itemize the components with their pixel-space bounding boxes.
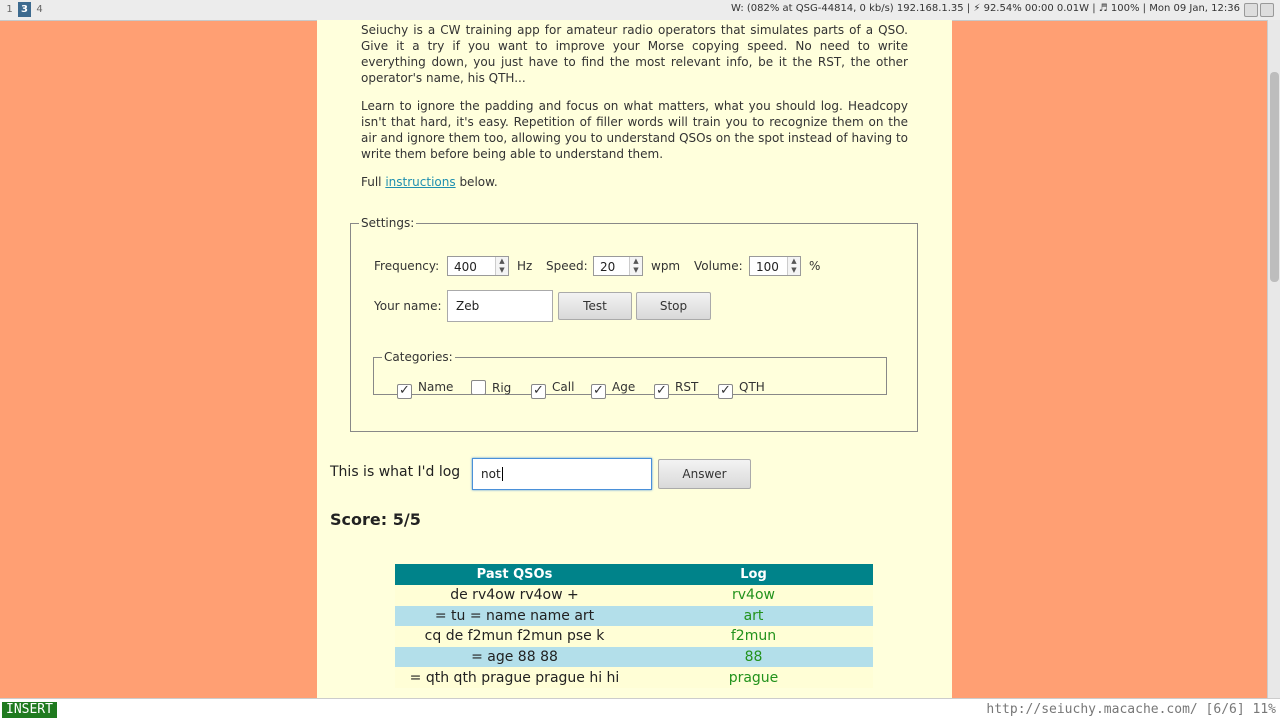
qso-log: prague — [634, 667, 873, 688]
qso-message: de rv4ow rv4ow + — [395, 585, 634, 606]
volume-label: Volume: — [694, 259, 743, 273]
category-rst-checkbox[interactable]: ✓ — [654, 384, 669, 399]
score-display: Score: 5/5 — [330, 510, 421, 529]
frequency-input[interactable]: 400 ▲ ▼ — [447, 256, 509, 276]
category-rig-label: Rig — [492, 381, 512, 395]
frequency-value: 400 — [454, 260, 477, 274]
category-age[interactable]: ✓ Age — [591, 380, 636, 399]
instructions-suffix: below. — [455, 175, 498, 189]
page-content: Seiuchy is a CW training app for amateur… — [317, 20, 952, 698]
table-row: = qth qth prague prague hi hi prague — [395, 667, 873, 688]
category-name-label: Name — [418, 380, 454, 394]
workspace-3[interactable]: 3 — [18, 2, 31, 17]
tray-area — [1242, 3, 1276, 17]
volume-spinner[interactable]: ▲ ▼ — [787, 257, 800, 275]
category-age-label: Age — [612, 380, 636, 394]
frequency-unit: Hz — [517, 259, 533, 273]
category-rig-checkbox[interactable] — [471, 380, 486, 395]
category-qth[interactable]: ✓ QTH — [718, 380, 765, 399]
spin-up-icon[interactable]: ▲ — [633, 257, 638, 265]
qso-log: 88 — [634, 646, 873, 668]
your-name-value: Zeb — [456, 299, 480, 313]
system-status-text: W: (082% at QSG-44814, 0 kb/s) 192.168.1… — [731, 3, 1240, 14]
frequency-label: Frequency: — [374, 259, 440, 273]
category-name-checkbox[interactable]: ✓ — [397, 384, 412, 399]
qso-message: cq de f2mun f2mun pse k — [395, 626, 634, 647]
settings-fieldset: Settings: Frequency: 400 ▲ ▼ Hz Speed: 20… — [350, 216, 918, 432]
category-rig[interactable]: Rig — [471, 380, 511, 398]
spin-down-icon[interactable]: ▼ — [791, 266, 796, 274]
table-header-row: Past QSOs Log — [395, 564, 873, 585]
workspace-1[interactable]: 1 — [3, 2, 16, 17]
category-age-checkbox[interactable]: ✓ — [591, 384, 606, 399]
instructions-link[interactable]: instructions — [385, 175, 455, 189]
settings-legend: Settings: — [361, 216, 415, 230]
spin-down-icon[interactable]: ▼ — [633, 266, 638, 274]
spin-up-icon[interactable]: ▲ — [791, 257, 796, 265]
text-cursor — [501, 467, 503, 481]
answer-button[interactable]: Answer — [658, 459, 751, 489]
tray-app-icon[interactable] — [1244, 3, 1258, 17]
your-name-label: Your name: — [374, 299, 442, 313]
speed-label: Speed: — [546, 259, 588, 273]
past-qsos-header: Past QSOs — [395, 564, 634, 585]
category-call-label: Call — [552, 380, 575, 394]
scrollbar-thumb[interactable] — [1270, 72, 1279, 282]
url-status: http://seiuchy.macache.com/ [6/6] 11% — [986, 702, 1276, 717]
your-name-input[interactable]: Zeb — [447, 290, 553, 322]
qso-message: = age 88 88 — [395, 646, 634, 668]
category-qth-checkbox[interactable]: ✓ — [718, 384, 733, 399]
table-row: cq de f2mun f2mun pse k f2mun — [395, 626, 873, 647]
qso-log: f2mun — [634, 626, 873, 647]
table-row: = age 88 88 88 — [395, 646, 873, 668]
log-input[interactable]: not — [472, 458, 652, 490]
volume-unit: % — [809, 259, 821, 273]
page-scrollbar[interactable] — [1267, 20, 1280, 698]
spin-up-icon[interactable]: ▲ — [499, 257, 504, 265]
log-header: Log — [634, 564, 873, 585]
category-qth-label: QTH — [739, 380, 765, 394]
qso-log: art — [634, 605, 873, 627]
test-button[interactable]: Test — [558, 292, 632, 320]
instructions-prefix: Full — [361, 175, 386, 189]
category-name[interactable]: ✓ Name — [397, 380, 454, 399]
table-row: = tu = name name art art — [395, 605, 873, 627]
category-rst[interactable]: ✓ RST — [654, 380, 699, 399]
log-input-value: not — [481, 467, 501, 481]
volume-input[interactable]: 100 ▲ ▼ — [749, 256, 801, 276]
speed-unit: wpm — [651, 259, 681, 273]
speed-input[interactable]: 20 ▲ ▼ — [593, 256, 643, 276]
speed-spinner[interactable]: ▲ ▼ — [629, 257, 642, 275]
log-label: This is what I'd log — [330, 464, 461, 480]
stop-button[interactable]: Stop — [636, 292, 711, 320]
category-rst-label: RST — [675, 380, 699, 394]
categories-legend: Categories: — [384, 350, 453, 364]
intro-paragraph: Seiuchy is a CW training app for amateur… — [361, 23, 908, 85]
frequency-spinner[interactable]: ▲ ▼ — [495, 257, 508, 275]
category-call[interactable]: ✓ Call — [531, 380, 575, 399]
qso-log: rv4ow — [634, 585, 873, 606]
past-qsos-table: Past QSOs Log de rv4ow rv4ow + rv4ow = t… — [395, 564, 873, 688]
spin-down-icon[interactable]: ▼ — [499, 266, 504, 274]
system-status-bar: 1 3 4 W: (082% at QSG-44814, 0 kb/s) 192… — [0, 0, 1280, 21]
category-call-checkbox[interactable]: ✓ — [531, 384, 546, 399]
instructions-line: Full instructions below. — [361, 174, 908, 190]
speed-value: 20 — [600, 260, 616, 274]
tray-network-icon[interactable] — [1260, 3, 1274, 17]
table-row: de rv4ow rv4ow + rv4ow — [395, 585, 873, 606]
volume-value: 100 — [756, 260, 779, 274]
categories-fieldset: Categories: ✓ Name Rig ✓ Call ✓ Age ✓ RST ✓ Q… — [373, 350, 887, 399]
headcopy-paragraph: Learn to ignore the padding and focus on… — [361, 99, 908, 161]
workspace-4[interactable]: 4 — [33, 2, 46, 17]
qso-message: = qth qth prague prague hi hi — [395, 667, 634, 688]
mode-indicator: INSERT — [2, 702, 57, 718]
browser-status-bar: INSERT http://seiuchy.macache.com/ [6/6]… — [0, 698, 1280, 721]
qso-message: = tu = name name art — [395, 605, 634, 627]
